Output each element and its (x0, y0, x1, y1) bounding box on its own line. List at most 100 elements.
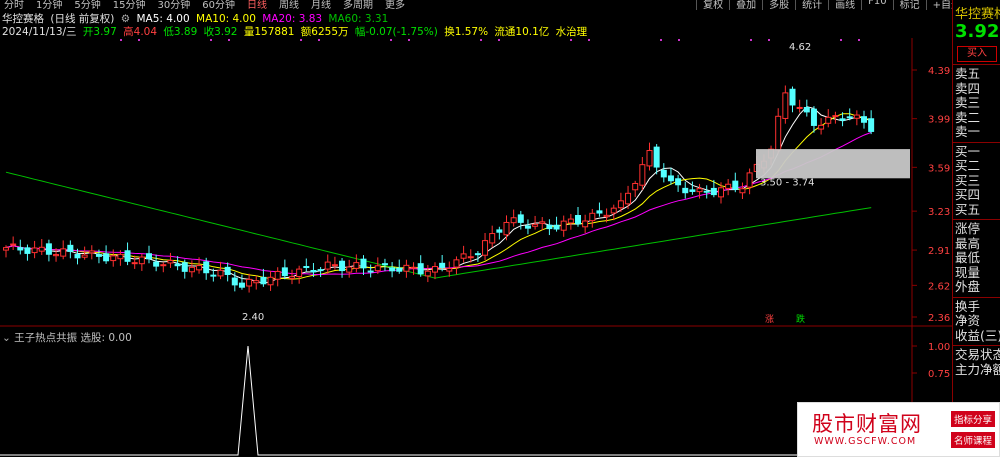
candle-body (524, 225, 531, 229)
candle-body (575, 215, 581, 225)
candle-body (861, 116, 867, 123)
btn-stats[interactable]: 统计 (795, 0, 828, 10)
tab-weekly[interactable]: 周线 (279, 0, 299, 10)
stat-row: 最高 (955, 235, 981, 251)
divider (953, 296, 1000, 298)
candle-body (374, 265, 381, 272)
candle-body (474, 253, 481, 256)
candle-body (124, 250, 131, 262)
candle-body (718, 187, 724, 198)
tab-daily[interactable]: 日线 (247, 0, 267, 10)
candle-body (646, 150, 653, 167)
btn-f10[interactable]: F10 (861, 0, 892, 10)
grid-layer: 4.39 3.99 3.59 3.23 2.91 2.62 2.36 1.00 0.75 (0, 9, 952, 457)
signal-dot (858, 39, 860, 41)
tab-60min[interactable]: 60分钟 (202, 0, 235, 10)
candle-body (632, 182, 639, 191)
tab-monthly[interactable]: 月线 (311, 0, 331, 10)
candle-body (317, 269, 324, 272)
candle-body (246, 278, 253, 287)
candle-body (38, 246, 45, 252)
candle-body (682, 187, 689, 194)
candle-body (274, 270, 281, 280)
trade-row: 主力净额 (955, 361, 1000, 377)
quote-industry[interactable]: 水治理 (556, 26, 588, 38)
candle-body (153, 261, 160, 267)
candle-body (818, 124, 825, 130)
candle-body (160, 264, 167, 267)
candle-body (725, 183, 732, 189)
candle-body (510, 217, 517, 224)
btn-fuquan[interactable]: 复权 (696, 0, 729, 10)
candle-body (167, 259, 174, 264)
candle-body (403, 264, 410, 272)
buy-button[interactable]: 买入 (957, 46, 997, 62)
indicator-label[interactable]: ⌄ 王子热点共振 选股: 0.00 (2, 330, 132, 345)
candle-body (289, 276, 295, 279)
candle-body (74, 254, 81, 259)
candle-body (417, 263, 424, 275)
kline-chart[interactable]: 4.39 3.99 3.59 3.23 2.91 2.62 2.36 1.00 0.75 3.5… (0, 0, 952, 457)
tab-more[interactable]: 更多 (385, 0, 405, 10)
bid-row: 买二 (955, 158, 981, 173)
candle-body (95, 254, 102, 257)
tab-multi[interactable]: 多周期 (343, 0, 373, 10)
watermark-tag-course: 名师课程 (950, 432, 995, 448)
stat-row: 涨停 (955, 221, 981, 236)
annotation-layer: 3.50 - 3.74 4.62 2.40 涨 跌 (120, 39, 910, 325)
ind-tick-label: 1.00 (928, 342, 950, 353)
tab-1min[interactable]: 1分钟 (36, 0, 62, 10)
candle-body (432, 266, 438, 273)
btn-draw[interactable]: 画线 (828, 0, 861, 10)
top-toolbar: 分时 1分钟 5分钟 15分钟 30分钟 60分钟 日线 周线 月线 多周期 更… (0, 0, 1000, 10)
candle-body (703, 190, 710, 193)
quote-open: 开3.97 (82, 26, 117, 38)
candle-body (839, 118, 846, 121)
price-tick-label: 3.23 (928, 207, 950, 218)
indicator-line (0, 345, 912, 456)
candle-body (825, 116, 832, 124)
tab-15min[interactable]: 15分钟 (113, 0, 146, 10)
trade-rows: 交易状态 主力净额 (953, 347, 1000, 377)
fall-mark: 跌 (796, 314, 805, 325)
tab-30min[interactable]: 30分钟 (157, 0, 190, 10)
btn-overlay[interactable]: 叠加 (729, 0, 762, 10)
candle-body (667, 175, 674, 182)
candle-body (267, 276, 274, 286)
signal-dot (588, 39, 590, 41)
candle-body (732, 180, 739, 190)
candle-body (482, 240, 489, 256)
candle-body (117, 253, 124, 260)
bid-row: 买一 (955, 143, 981, 159)
quote-change: 幅-0.07(-1.75%) (354, 26, 438, 38)
divider (953, 345, 1000, 346)
candle-body (853, 114, 860, 119)
bid-rows: 买一 买二 买三 买四 买五 (953, 143, 1000, 218)
signal-dot (480, 39, 482, 41)
candle-body (181, 262, 188, 272)
candle-body (110, 255, 117, 262)
candle-body (639, 164, 646, 186)
ask-rows: 卖五 卖四 卖三 卖二 卖一 (953, 66, 1000, 140)
candle-body (346, 266, 353, 273)
ask-row: 卖五 (955, 66, 981, 81)
price-tick-label: 4.39 (928, 66, 950, 77)
btn-multi-stock[interactable]: 多股 (762, 0, 795, 10)
price-tick-label: 3.99 (928, 115, 950, 126)
candle-body (31, 247, 38, 254)
fin-rows: 换手 净资 收益(三) (953, 299, 1000, 344)
bid-row: 买四 (955, 187, 981, 202)
candle-body (203, 261, 210, 274)
collapse-icon[interactable]: ⌄ (2, 332, 11, 344)
side-stock-name: 华控赛格 (955, 7, 1000, 22)
btn-mark[interactable]: 标记 (892, 0, 926, 10)
ask-row: 卖四 (955, 80, 981, 96)
candle-body (610, 207, 617, 214)
tab-fenshi[interactable]: 分时 (4, 0, 24, 10)
candle-body (582, 220, 589, 228)
candle-body (803, 107, 810, 113)
stat-row: 现量 (955, 264, 981, 280)
tab-5min[interactable]: 5分钟 (74, 0, 100, 10)
candle-body (539, 221, 546, 224)
candle-body (439, 262, 446, 269)
